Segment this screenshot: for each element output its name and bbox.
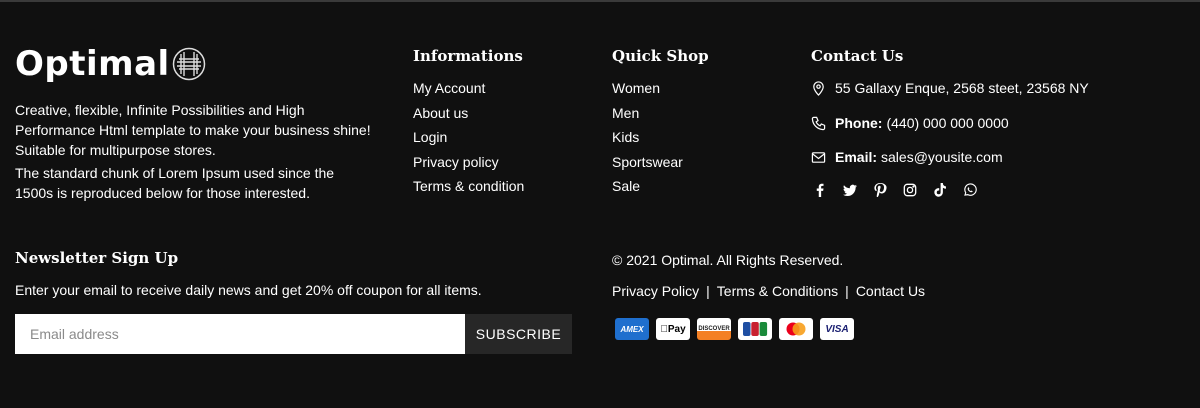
list-item: Sale <box>612 176 683 201</box>
login-link[interactable]: Login <box>413 129 447 145</box>
quick-shop-title: Quick Shop <box>612 47 709 65</box>
privacy-policy-link[interactable]: Privacy policy <box>413 154 499 170</box>
kids-link[interactable]: Kids <box>612 129 639 145</box>
terms-conditions-link[interactable]: Terms & Conditions <box>717 281 838 301</box>
phone-number[interactable]: (440) 000 000 0000 <box>886 113 1008 133</box>
separator: | <box>706 283 710 299</box>
visa-label: VISA <box>825 323 849 335</box>
informations-title: Informations <box>413 47 523 65</box>
social-links <box>805 180 985 200</box>
twitter-icon[interactable] <box>835 180 865 200</box>
pinterest-icon[interactable] <box>865 180 895 200</box>
list-item: Login <box>413 127 524 152</box>
contact-title: Contact Us <box>811 47 904 65</box>
jcb-logo <box>743 322 768 336</box>
legal-links: Privacy Policy | Terms & Conditions | Co… <box>612 281 925 301</box>
subscribe-button[interactable]: SUBSCRIBE <box>465 314 572 354</box>
sale-link[interactable]: Sale <box>612 178 640 194</box>
about-text: Creative, flexible, Infinite Possibiliti… <box>15 100 375 203</box>
email-label: Email: <box>835 149 878 165</box>
visa-card-icon: VISA <box>820 318 854 340</box>
about-us-link[interactable]: About us <box>413 105 468 121</box>
phone-label: Phone: <box>835 115 883 131</box>
newsletter-title: Newsletter Sign Up <box>15 249 179 267</box>
my-account-link[interactable]: My Account <box>413 80 485 96</box>
facebook-icon[interactable] <box>805 180 835 200</box>
list-item: Men <box>612 103 683 128</box>
brand-name: Optimal <box>15 44 170 84</box>
list-item: Women <box>612 78 683 103</box>
quick-shop-links: Women Men Kids Sportswear Sale <box>612 78 683 201</box>
discover-label: DISCOVER <box>698 326 730 332</box>
list-item: Privacy policy <box>413 152 524 177</box>
newsletter-description: Enter your email to receive daily news a… <box>15 282 482 298</box>
apple-pay-card-icon: Pay <box>656 318 690 340</box>
contact-address: 55 Gallaxy Enque, 2568 steet, 23568 NY <box>811 78 1089 98</box>
tiktok-icon[interactable] <box>925 180 955 200</box>
separator: | <box>845 283 849 299</box>
phone-icon <box>811 116 826 130</box>
informations-links: My Account About us Login Privacy policy… <box>413 78 524 201</box>
apple-pay-label: Pay <box>660 323 685 335</box>
address-text: 55 Gallaxy Enque, 2568 steet, 23568 NY <box>835 80 1089 96</box>
map-pin-icon <box>813 80 824 96</box>
list-item: My Account <box>413 78 524 103</box>
copyright-text: © 2021 Optimal. All Rights Reserved. <box>612 252 844 268</box>
about-paragraph: The standard chunk of Lorem Ipsum used s… <box>15 165 335 201</box>
list-item: Kids <box>612 127 683 152</box>
contact-email: Email: sales@yousite.com <box>811 147 1003 167</box>
sportswear-link[interactable]: Sportswear <box>612 154 683 170</box>
list-item: Sportswear <box>612 152 683 177</box>
men-link[interactable]: Men <box>612 105 639 121</box>
discover-card-icon: DISCOVER <box>697 318 731 340</box>
mail-icon <box>811 151 826 163</box>
privacy-policy-footer-link[interactable]: Privacy Policy <box>612 281 699 301</box>
email-input[interactable] <box>15 314 465 354</box>
mastercard-card-icon <box>779 318 813 340</box>
jcb-card-icon <box>738 318 772 340</box>
list-item: About us <box>413 103 524 128</box>
logo-mark-icon <box>172 47 205 81</box>
instagram-icon[interactable] <box>895 180 925 200</box>
contact-us-link[interactable]: Contact Us <box>856 281 925 301</box>
brand-logo[interactable]: Optimal <box>15 46 206 82</box>
payment-methods: AMEX Pay DISCOVER VISA <box>615 318 854 340</box>
women-link[interactable]: Women <box>612 80 660 96</box>
amex-label: AMEX <box>620 324 644 334</box>
contact-phone: Phone: (440) 000 000 0000 <box>811 113 1009 133</box>
list-item: Terms & condition <box>413 176 524 201</box>
amex-card-icon: AMEX <box>615 318 649 340</box>
whatsapp-icon[interactable] <box>955 180 985 200</box>
email-address[interactable]: sales@yousite.com <box>881 147 1003 167</box>
about-paragraph: Creative, flexible, Infinite Possibiliti… <box>15 102 371 158</box>
mastercard-logo <box>786 322 806 336</box>
terms-condition-link[interactable]: Terms & condition <box>413 178 524 194</box>
